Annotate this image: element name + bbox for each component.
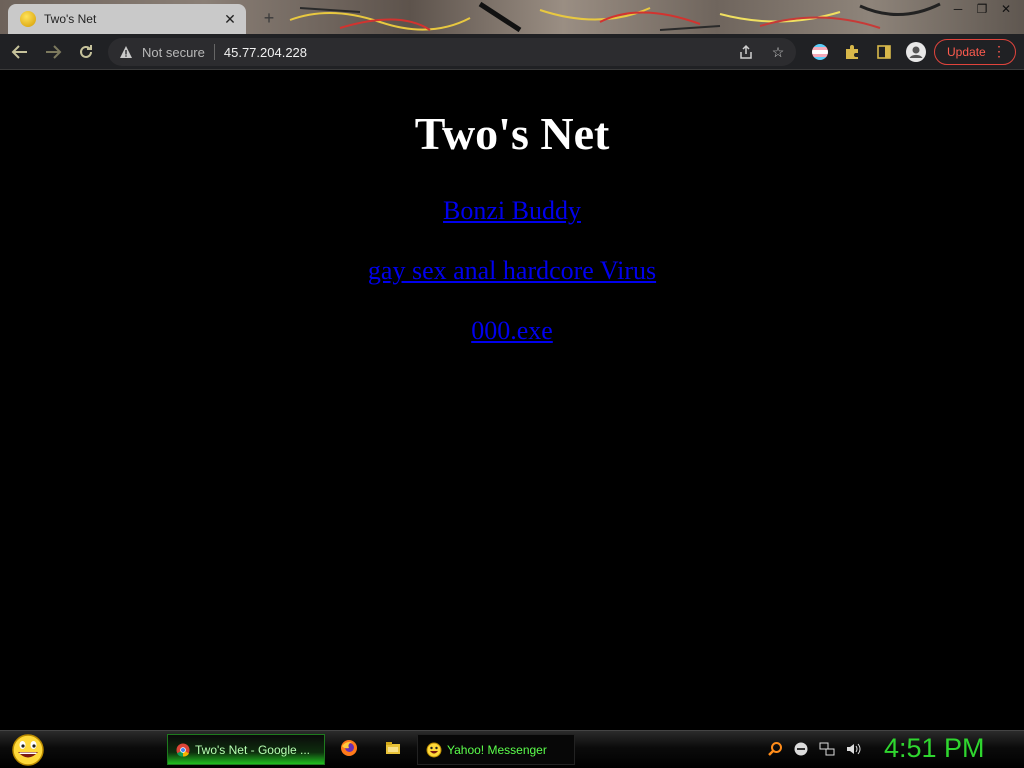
system-tray — [766, 739, 862, 759]
extensions-puzzle-icon[interactable] — [840, 40, 864, 64]
browser-title-bar: Two's Net ✕ + ─ ❐ ✕ — [0, 0, 1024, 34]
share-icon[interactable] — [736, 42, 756, 62]
link-000-exe[interactable]: 000.exe — [0, 316, 1024, 346]
taskbar-item-label: Yahoo! Messenger — [447, 742, 547, 757]
reload-icon[interactable] — [74, 40, 98, 64]
search-tray-icon[interactable] — [766, 739, 784, 759]
restore-icon[interactable]: ❐ — [970, 0, 994, 18]
url-text[interactable]: 45.77.204.228 — [224, 45, 307, 60]
profile-avatar-icon[interactable] — [904, 40, 928, 64]
firefox-icon[interactable] — [339, 738, 359, 758]
chrome-icon — [176, 743, 190, 757]
menu-dots-icon[interactable]: ⋮ — [992, 43, 1006, 60]
browser-toolbar: Not secure 45.77.204.228 ☆ Update ⋮ — [0, 34, 1024, 70]
tab-title: Two's Net — [44, 12, 97, 26]
desktop-screen: Two's Net ✕ + ─ ❐ ✕ Not secure 45.77.204… — [0, 0, 1024, 768]
file-explorer-icon[interactable] — [383, 738, 403, 758]
tab-close-icon[interactable]: ✕ — [220, 9, 240, 29]
link-virus[interactable]: gay sex anal hardcore Virus — [0, 256, 1024, 286]
address-bar[interactable]: Not secure 45.77.204.228 ☆ — [108, 38, 796, 66]
taskbar: Two's Net - Google ... Yahoo! Messenger — [0, 730, 1024, 768]
trans-flag-extension-icon[interactable] — [808, 40, 832, 64]
window-controls: ─ ❐ ✕ — [946, 0, 1018, 18]
forward-icon[interactable] — [41, 40, 65, 64]
yahoo-smiley-icon — [426, 742, 442, 757]
network-icon[interactable] — [818, 739, 836, 759]
tab-favicon-icon — [20, 11, 36, 27]
address-bar-actions: ☆ — [736, 42, 788, 62]
taskbar-clock[interactable]: 4:51 PM — [884, 733, 985, 764]
taskbar-item-chrome[interactable]: Two's Net - Google ... — [167, 734, 325, 765]
window-close-icon[interactable]: ✕ — [994, 0, 1018, 18]
address-divider — [213, 44, 215, 60]
web-page-content: Two's Net Bonzi Buddy gay sex anal hardc… — [0, 71, 1024, 730]
taskbar-item-yahoo-messenger[interactable]: Yahoo! Messenger — [417, 734, 575, 765]
update-button[interactable]: Update ⋮ — [934, 39, 1016, 65]
link-bonzi-buddy[interactable]: Bonzi Buddy — [0, 196, 1024, 226]
volume-icon[interactable] — [844, 739, 862, 759]
security-status-label[interactable]: Not secure — [142, 45, 205, 60]
back-icon[interactable] — [8, 40, 32, 64]
extension-icons — [808, 40, 928, 64]
side-panel-icon[interactable] — [872, 40, 896, 64]
browser-tab[interactable]: Two's Net ✕ — [8, 4, 246, 34]
bookmark-star-icon[interactable]: ☆ — [768, 42, 788, 62]
do-not-disturb-icon[interactable] — [792, 739, 810, 759]
start-button-smiley-icon[interactable] — [8, 733, 48, 767]
page-title: Two's Net — [414, 108, 610, 159]
warning-icon — [118, 44, 134, 60]
update-label: Update — [947, 45, 986, 59]
taskbar-item-label: Two's Net - Google ... — [195, 742, 311, 757]
minimize-icon[interactable]: ─ — [946, 0, 970, 18]
new-tab-icon[interactable]: + — [258, 7, 280, 29]
